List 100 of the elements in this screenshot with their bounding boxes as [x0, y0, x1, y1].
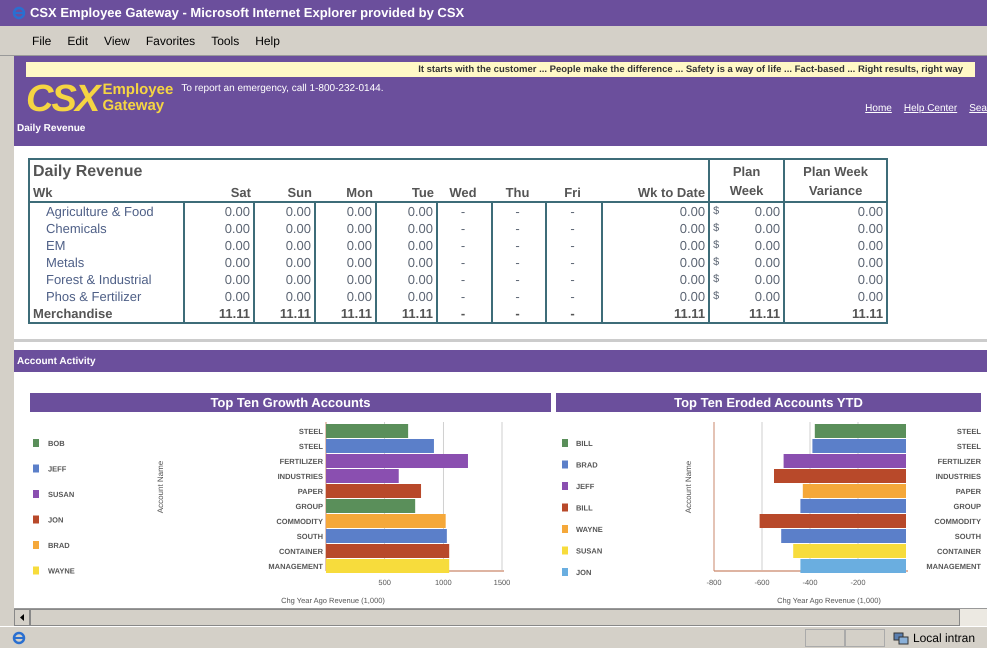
table-cell: 0.00: [680, 288, 706, 305]
row-label: Forest & Industrial: [29, 271, 184, 288]
column-header: Wk: [29, 184, 184, 202]
table-cell: 0.00: [680, 254, 706, 271]
axis-title: Account Name: [684, 460, 693, 514]
table-cell: 0.00: [858, 254, 884, 271]
table-cell: 0.00: [346, 237, 372, 254]
table-cell: 11.11: [852, 305, 884, 322]
column-header: Fri: [546, 184, 602, 202]
column-header: Wed: [437, 184, 492, 202]
section-title: Daily Revenue: [17, 122, 86, 136]
table-cell: 11.11: [748, 305, 780, 322]
logo-text: Gateway: [102, 98, 164, 114]
table-cell: 0.00: [754, 271, 780, 288]
table-cell: -: [570, 237, 575, 254]
currency-sign: $: [712, 255, 720, 270]
row-label: Phos & Fertilizer: [29, 288, 184, 305]
column-header: Thu: [492, 184, 546, 202]
table-cell: 0.00: [858, 288, 884, 305]
currency-sign: $: [712, 238, 720, 253]
table-cell: 0.00: [346, 254, 372, 271]
left-arrow-icon: [20, 614, 24, 621]
table-cell: 0.00: [858, 203, 884, 220]
table-cell: 11.11: [402, 305, 433, 322]
table-cell: 0.00: [408, 203, 433, 220]
column-header: Plan Week: [709, 159, 784, 202]
table-cell: -: [460, 203, 466, 220]
table-cell: 0.00: [224, 220, 250, 237]
table-cell: -: [460, 305, 466, 322]
table-cell: 0.00: [408, 271, 433, 288]
menu-item[interactable]: Favorites: [146, 32, 196, 50]
table-cell: -: [570, 203, 575, 220]
table-cell: -: [515, 305, 520, 322]
section-title: Account Activity: [17, 354, 96, 368]
table-cell: 0.00: [346, 220, 372, 237]
row-label: Metals: [29, 254, 184, 271]
table-cell: 11.11: [218, 305, 250, 322]
emergency-notice: To report an emergency, call 1-800-232-0144.: [181, 82, 384, 96]
table-cell: -: [515, 288, 520, 305]
table-cell: 0.00: [858, 220, 884, 237]
table-cell: 0.00: [224, 254, 250, 271]
table-cell: -: [515, 237, 520, 254]
table-cell: -: [460, 271, 466, 288]
table-cell: 0.00: [754, 220, 780, 237]
axis-title: Account Name: [156, 460, 165, 514]
logo: CSX: [26, 79, 98, 119]
row-label: Chemicals: [29, 220, 184, 237]
row-label: EM: [29, 237, 184, 254]
table-cell: -: [460, 237, 466, 254]
chart-title: Top Ten Eroded Accounts YTD: [556, 393, 981, 412]
table-cell: -: [460, 254, 466, 271]
window-title: CSX Employee Gateway - Microsoft Internet Explorer provided by CSX: [30, 4, 464, 22]
menu-item[interactable]: Edit: [67, 32, 88, 50]
table-cell: 0.00: [858, 237, 884, 254]
table-cell: 0.00: [680, 237, 706, 254]
row-label: Agriculture & Food: [29, 202, 184, 220]
banner: It starts with the customer ... People make the difference ... Safety is a way of life ... Fact-based ... Right results, right way: [26, 62, 975, 77]
table-cell: 0.00: [224, 288, 250, 305]
currency-sign: $: [712, 289, 720, 304]
table-cell: 11.11: [340, 305, 372, 322]
currency-sign: $: [712, 204, 720, 219]
network-icon: [892, 630, 909, 644]
menu-item[interactable]: Help: [255, 32, 280, 50]
menu-item[interactable]: View: [104, 32, 130, 50]
currency-sign: $: [712, 272, 720, 287]
table-cell: 0.00: [346, 203, 372, 220]
table-cell: 11.11: [674, 305, 706, 322]
table-cell: -: [460, 288, 466, 305]
table-cell: -: [460, 220, 466, 237]
header-link[interactable]: Home: [865, 101, 892, 116]
status-zone: Local intran: [912, 630, 975, 646]
logo-text: Employee: [102, 82, 174, 98]
table-cell: -: [570, 254, 575, 271]
header-link[interactable]: Help Center: [904, 101, 958, 116]
browser-icon: [12, 630, 26, 644]
menu-item[interactable]: Tools: [211, 32, 240, 50]
table-cell: -: [570, 288, 575, 305]
currency-sign: $: [712, 221, 720, 236]
table-cell: 0.00: [346, 288, 372, 305]
table-cell: 0.00: [754, 203, 780, 220]
menu-item[interactable]: File: [32, 32, 52, 50]
table-cell: 0.00: [680, 203, 706, 220]
table-cell: -: [515, 203, 520, 220]
table-cell: -: [515, 254, 520, 271]
table-cell: 0.00: [858, 271, 884, 288]
column-header: Tue: [376, 184, 437, 202]
browser-icon: [12, 6, 26, 20]
table-cell: 0.00: [286, 271, 311, 288]
table-cell: 0.00: [408, 237, 433, 254]
column-header: Mon: [315, 184, 376, 202]
scroll-left-button[interactable]: [14, 609, 30, 626]
table-cell: 0.00: [754, 237, 780, 254]
header-link[interactable]: Sea: [969, 101, 987, 116]
column-header: Sun: [254, 184, 315, 202]
table-cell: 0.00: [680, 220, 706, 237]
table-cell: 0.00: [408, 220, 433, 237]
table-cell: 0.00: [754, 254, 780, 271]
table-cell: 0.00: [224, 237, 250, 254]
table-cell: 0.00: [346, 271, 372, 288]
table-cell: 0.00: [286, 254, 311, 271]
